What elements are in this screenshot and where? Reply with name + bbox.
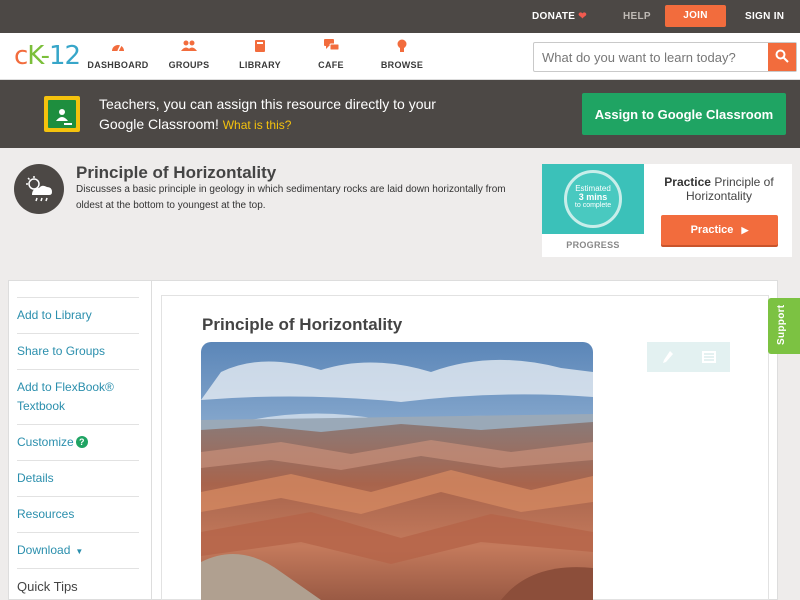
- assign-to-google-classroom-button[interactable]: Assign to Google Classroom: [582, 93, 786, 135]
- nav-groups[interactable]: GROUPS: [154, 39, 224, 70]
- chevron-right-icon: ▶: [741, 225, 749, 235]
- chat-bubbles-icon: [296, 39, 366, 57]
- search-icon: [775, 49, 789, 66]
- book-icon: [225, 39, 295, 57]
- search-box: [533, 42, 797, 72]
- nav-library-label: LIBRARY: [239, 60, 281, 70]
- ck12-logo[interactable]: cK-12: [14, 41, 81, 71]
- nav-browse[interactable]: BROWSE: [367, 39, 437, 70]
- practice-widget: Estimated 3 mins to complete PROGRESS Pr…: [542, 164, 792, 257]
- dashboard-gauge-icon: [83, 39, 153, 57]
- help-icon[interactable]: ?: [75, 436, 88, 448]
- concept-title: Principle of Horizontality: [76, 163, 277, 182]
- progress-tile: Estimated 3 mins to complete: [542, 164, 644, 234]
- nav-cafe[interactable]: CAFE: [296, 39, 366, 70]
- nav-dashboard[interactable]: DASHBOARD: [83, 39, 153, 70]
- practice-title: Practice Principle of Horizontality: [664, 175, 774, 203]
- concept-description: Discusses a basic principle in geology i…: [76, 184, 506, 211]
- google-classroom-banner: Teachers, you can assign this resource d…: [0, 80, 800, 148]
- classroom-message: Teachers, you can assign this resource d…: [99, 94, 449, 135]
- progress-label: PROGRESS: [566, 240, 620, 250]
- google-classroom-logo-icon: [44, 96, 80, 132]
- nav-browse-label: BROWSE: [380, 60, 424, 70]
- support-label: Support: [776, 304, 787, 345]
- practice-button[interactable]: Practice ▶: [661, 215, 778, 245]
- search-input[interactable]: [534, 43, 769, 71]
- sidebar-add-to-flexbook[interactable]: Add to FlexBook® Textbook: [17, 369, 139, 416]
- resource-sidebar: Add to Library Share to Groups Add to Fl…: [8, 280, 151, 600]
- what-is-this-link[interactable]: What is this?: [223, 118, 292, 132]
- sidebar-resources[interactable]: Resources: [17, 496, 139, 524]
- support-tab[interactable]: Support: [768, 298, 800, 354]
- sidebar-customize[interactable]: Customize?: [17, 424, 139, 452]
- main-nav: cK-12 DASHBOARD GROUPS LIBRARY CAFE BROW…: [0, 33, 800, 80]
- caret-down-icon: ▼: [75, 547, 84, 556]
- people-icon: [154, 39, 224, 57]
- sidebar-share-to-groups[interactable]: Share to Groups: [17, 333, 139, 361]
- weather-cloud-icon: [14, 164, 64, 214]
- content-title: Principle of Horizontality: [202, 315, 403, 334]
- sign-in-link[interactable]: SIGN IN: [745, 0, 784, 33]
- nav-dashboard-label: DASHBOARD: [87, 60, 149, 70]
- sidebar-add-to-library[interactable]: Add to Library: [17, 297, 139, 325]
- donate-link[interactable]: DONATE ❤: [532, 0, 587, 33]
- heart-icon: ❤: [578, 11, 587, 22]
- nav-groups-label: GROUPS: [168, 60, 210, 70]
- edit-pencil-icon[interactable]: [647, 342, 689, 372]
- nav-library[interactable]: LIBRARY: [225, 39, 295, 70]
- help-link[interactable]: HELP: [623, 0, 651, 33]
- notes-icon[interactable]: [689, 342, 731, 372]
- lightbulb-icon: [367, 39, 437, 57]
- search-button[interactable]: [768, 43, 796, 71]
- grand-canyon-image: [201, 342, 593, 600]
- sidebar-details[interactable]: Details: [17, 460, 139, 488]
- time-estimate-badge: Estimated 3 mins to complete: [564, 170, 622, 228]
- content-tools: [647, 342, 730, 372]
- nav-cafe-label: CAFE: [318, 60, 344, 70]
- donate-label: DONATE: [532, 11, 576, 22]
- utility-bar: DONATE ❤ HELP JOIN SIGN IN: [0, 0, 800, 33]
- join-button[interactable]: JOIN: [665, 5, 726, 27]
- sidebar-download[interactable]: Download ▼: [17, 532, 139, 561]
- sidebar-quick-tips[interactable]: Quick Tips: [17, 568, 139, 596]
